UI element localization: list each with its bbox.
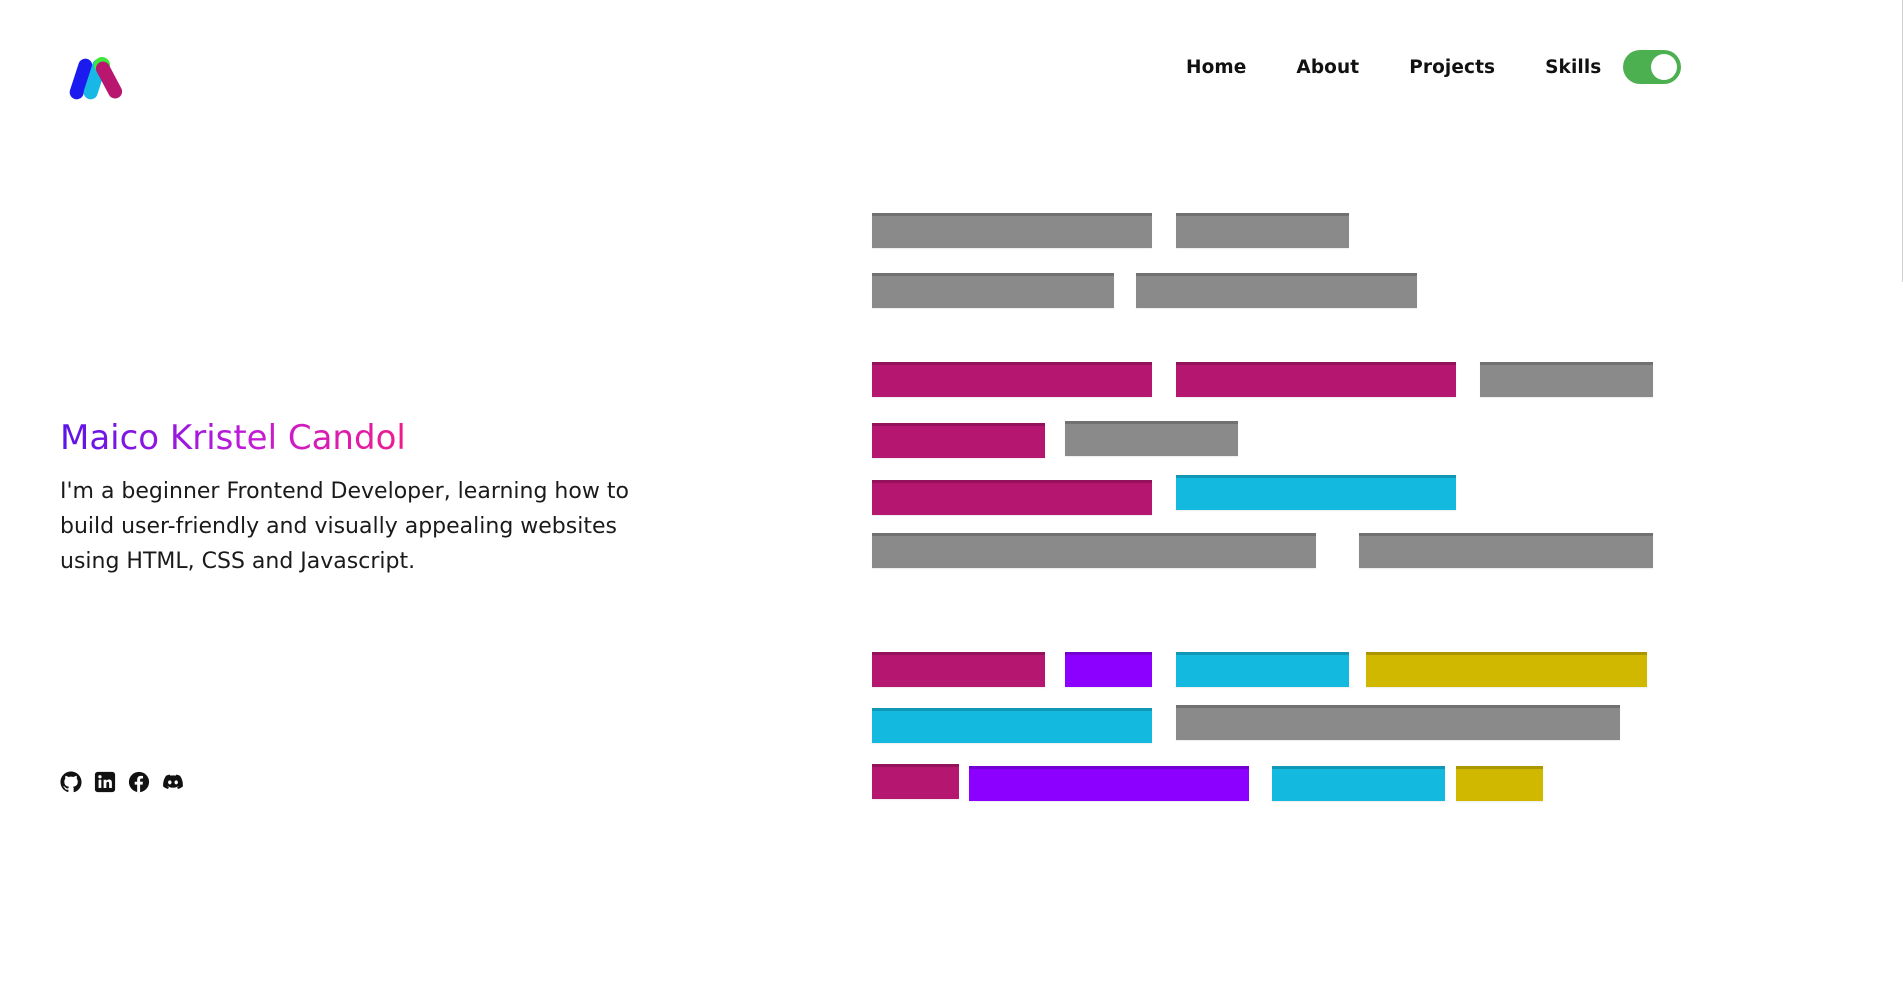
social-links: [60, 771, 184, 793]
code-bar: [872, 652, 1045, 687]
code-bar: [1065, 652, 1152, 687]
nav-projects[interactable]: Projects: [1409, 57, 1495, 78]
hero-name: Maico Kristel Candol: [60, 415, 406, 461]
discord-icon[interactable]: [162, 771, 184, 793]
theme-toggle[interactable]: [1623, 50, 1681, 84]
code-bar: [872, 423, 1045, 458]
code-bar: [1456, 766, 1543, 801]
nav-about[interactable]: About: [1296, 57, 1359, 78]
code-bar: [1176, 475, 1456, 510]
code-bar: [1480, 362, 1653, 397]
github-icon[interactable]: [60, 771, 82, 793]
code-bar: [969, 766, 1249, 801]
code-bar: [1366, 652, 1647, 687]
code-bar: [872, 362, 1152, 397]
logo[interactable]: [68, 56, 130, 102]
code-bar: [872, 213, 1152, 248]
nav-home[interactable]: Home: [1186, 57, 1246, 78]
code-bar: [1272, 766, 1445, 801]
hero-description: I'm a beginner Frontend Developer, learn…: [60, 479, 629, 574]
code-bar: [872, 480, 1152, 515]
code-bar: [872, 708, 1152, 743]
toggle-knob: [1651, 54, 1677, 80]
main-nav: Home About Projects Skills: [1186, 52, 1651, 82]
code-bar: [1176, 362, 1456, 397]
linkedin-icon[interactable]: [94, 771, 116, 793]
code-bar: [1136, 273, 1417, 308]
code-bar: [1176, 213, 1349, 248]
code-bar: [872, 764, 959, 799]
portfolio-page: Home About Projects Skills Maico Kristel…: [0, 0, 1903, 1001]
code-bar: [1065, 421, 1238, 456]
facebook-icon[interactable]: [128, 771, 150, 793]
code-bar: [1176, 705, 1620, 740]
code-bar: [1359, 533, 1653, 568]
code-bar: [1176, 652, 1349, 687]
code-bar: [872, 273, 1114, 308]
code-bar: [872, 533, 1316, 568]
nav-skills[interactable]: Skills: [1545, 57, 1601, 78]
